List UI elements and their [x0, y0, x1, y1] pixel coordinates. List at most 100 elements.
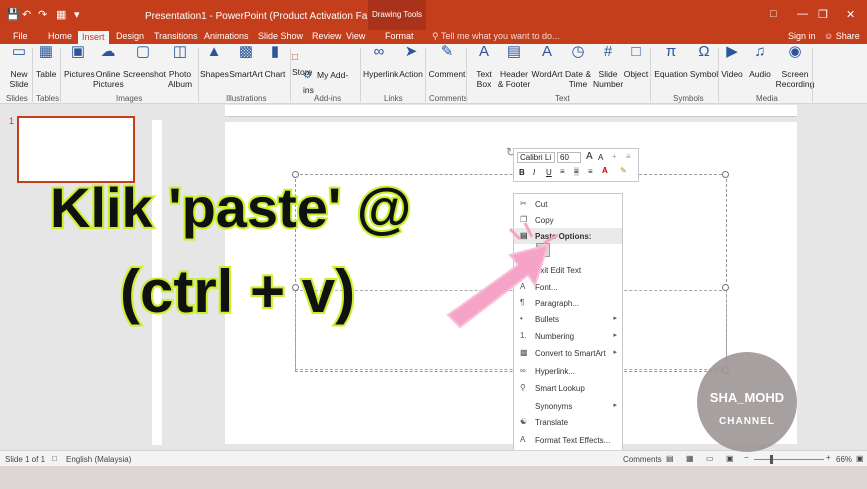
menu-item-hyperlink[interactable]: ∞ Hyperlink...: [514, 363, 622, 379]
slide-thumbnail-1[interactable]: [17, 116, 135, 183]
ribbon-button-label: Shapes: [200, 69, 229, 79]
ribbon-group-label: Text: [555, 94, 570, 103]
menu-item-smart-lookup[interactable]: ⚲ Smart Lookup: [514, 380, 622, 396]
align-center-icon[interactable]: ≡: [574, 167, 579, 176]
menu-item-label: Convert to SmartArt: [535, 349, 606, 358]
font-name-box[interactable]: Calibri Li: [517, 152, 555, 163]
redo-icon[interactable]: ↷: [38, 8, 47, 21]
tab-format[interactable]: Format: [383, 31, 416, 41]
text-box-button[interactable]: A Text Box: [471, 44, 497, 89]
tutorial-overlay: Klik 'paste' @ (ctrl + v): [48, 174, 470, 345]
symbol-button[interactable]: Ω Symbol: [688, 44, 720, 79]
comments-button[interactable]: Comments: [623, 455, 662, 464]
menu-item-convert-to-smartart[interactable]: ▩ Convert to SmartArt ▸: [514, 345, 622, 361]
spellcheck-icon[interactable]: □: [52, 454, 57, 463]
start-from-beginning-icon[interactable]: ▦: [56, 8, 66, 21]
italic-icon[interactable]: I: [533, 168, 535, 177]
zoom-slider-thumb[interactable]: [770, 455, 773, 464]
tab-slide-show[interactable]: Slide Show: [256, 31, 305, 41]
tab-file[interactable]: File: [11, 31, 30, 41]
screen-recording-button[interactable]: ◉ Screen Recording: [775, 44, 815, 89]
new-slide-button[interactable]: ▭ New Slide: [4, 44, 34, 89]
video-icon: ▶: [726, 43, 738, 60]
shapes-button[interactable]: ▲ Shapes: [200, 44, 229, 79]
ribbon-display-options-icon[interactable]: □: [770, 8, 777, 20]
object-icon: □: [631, 43, 641, 60]
submenu-arrow-icon: ▸: [613, 332, 617, 339]
slide-number-button[interactable]: # Slide Number: [593, 44, 623, 89]
zoom-slider[interactable]: [754, 459, 824, 460]
font-color-icon[interactable]: A: [602, 166, 608, 175]
submenu-arrow-icon: ▸: [613, 402, 617, 409]
format-painter-icon[interactable]: ✎: [620, 166, 627, 175]
font-size-box[interactable]: 60: [557, 152, 581, 163]
tab-design[interactable]: Design: [114, 31, 146, 41]
tab-view[interactable]: View: [344, 31, 367, 41]
bullets-icon[interactable]: ≡: [626, 152, 631, 161]
resize-handle[interactable]: [722, 171, 729, 178]
save-icon[interactable]: 💾: [6, 8, 20, 21]
align-right-icon[interactable]: ≡: [588, 167, 593, 176]
header-footer-button[interactable]: ▤ Header & Footer: [497, 44, 531, 89]
date-time-button[interactable]: ◷ Date & Time: [564, 44, 592, 89]
menu-item-synonyms[interactable]: Synonyms ▸: [514, 398, 622, 414]
ribbon-group-label: Images: [116, 94, 143, 103]
increase-font-icon[interactable]: A: [586, 151, 593, 162]
table-button[interactable]: ▦ Table: [36, 44, 56, 79]
minimize-icon[interactable]: —: [797, 8, 808, 20]
action-button[interactable]: ➤ Action: [396, 44, 426, 79]
text-effects-icon: A: [520, 435, 526, 444]
overlay-caption-line2: (ctrl + v): [118, 256, 357, 327]
underline-icon[interactable]: U: [546, 168, 552, 177]
comment-button[interactable]: ✎ Comment: [428, 44, 466, 79]
audio-button[interactable]: ♫ Audio: [747, 44, 773, 79]
my-addins-button[interactable]: ⚙ My Add-ins: [303, 70, 351, 95]
tab-review[interactable]: Review: [310, 31, 344, 41]
equation-button[interactable]: π Equation: [654, 44, 688, 79]
fit-slide-icon[interactable]: ▣: [856, 454, 864, 463]
maximize-icon[interactable]: ❐: [818, 8, 828, 21]
ribbon-group-label: Illustrations: [226, 94, 267, 103]
slide-show-icon[interactable]: ▣: [726, 454, 734, 463]
bold-icon[interactable]: B: [519, 168, 525, 177]
screenshot-button[interactable]: ▢ Screenshot: [123, 43, 166, 79]
language-indicator[interactable]: English (Malaysia): [66, 455, 131, 464]
tell-me-box[interactable]: ⚲ Tell me what you want to do...: [430, 31, 562, 42]
menu-item-label: Synonyms: [535, 402, 573, 411]
menu-item-cut[interactable]: ✂ Cut: [514, 196, 622, 212]
customize-quick-access-icon[interactable]: ▾: [74, 8, 80, 21]
tab-transitions[interactable]: Transitions: [152, 31, 200, 41]
decrease-font-icon[interactable]: A: [598, 153, 603, 162]
zoom-out-icon[interactable]: −: [744, 453, 749, 462]
video-button[interactable]: ▶ Video: [721, 43, 743, 79]
wordart-button[interactable]: A WordArt: [531, 44, 563, 79]
chart-icon: ▮: [270, 43, 280, 60]
online-pictures-button[interactable]: ☁ Online Pictures: [93, 44, 124, 89]
chart-button[interactable]: ▮ Chart: [264, 43, 286, 79]
smartart-button[interactable]: ▩ SmartArt: [228, 44, 264, 79]
reading-view-icon[interactable]: ▭: [706, 454, 714, 463]
hyperlink-button[interactable]: ∞ Hyperlink: [363, 44, 398, 79]
undo-icon[interactable]: ↶: [22, 8, 31, 21]
tab-animations[interactable]: Animations: [202, 31, 251, 41]
align-left-icon[interactable]: ≡: [560, 167, 565, 176]
new-comment-icon[interactable]: +: [612, 152, 617, 161]
pictures-button[interactable]: ▣ Pictures: [64, 44, 95, 79]
share-button[interactable]: ☺ Share: [822, 31, 862, 41]
photo-album-button[interactable]: ◫ Photo Album: [165, 44, 195, 89]
zoom-in-icon[interactable]: +: [826, 453, 831, 462]
menu-item-format-text-effects[interactable]: A Format Text Effects...: [514, 432, 622, 448]
slide-number-label: 1: [9, 116, 15, 126]
horizontal-ruler[interactable]: [225, 105, 797, 117]
zoom-level[interactable]: 66%: [836, 455, 852, 464]
normal-view-icon[interactable]: ▤: [666, 454, 674, 463]
screenshot-icon: ▢: [135, 43, 151, 60]
ribbon-button-label: Audio: [749, 69, 771, 79]
menu-item-translate[interactable]: ☯ Translate: [514, 414, 622, 430]
tab-home[interactable]: Home: [46, 31, 74, 41]
close-icon[interactable]: ✕: [846, 8, 855, 21]
object-button[interactable]: □ Object: [623, 43, 649, 79]
sign-in-link[interactable]: Sign in: [786, 31, 818, 41]
resize-handle[interactable]: [722, 284, 729, 291]
slide-sorter-icon[interactable]: ▦: [686, 454, 694, 463]
